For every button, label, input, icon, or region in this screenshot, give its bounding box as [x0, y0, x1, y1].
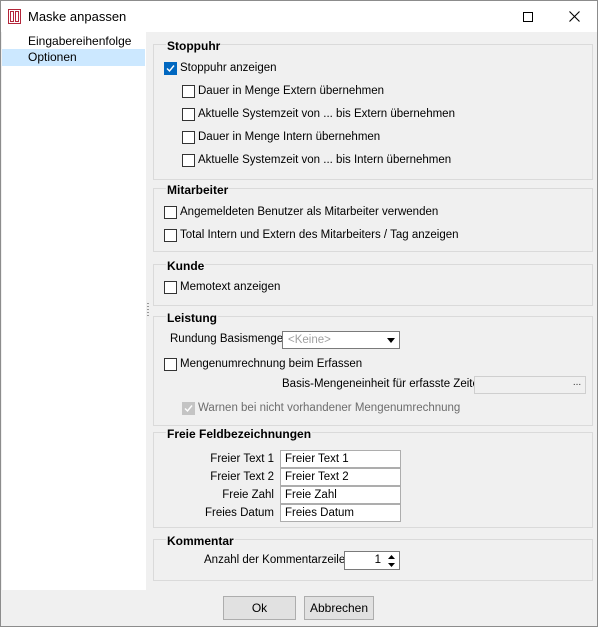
close-icon: [568, 11, 580, 22]
free-text-2-input[interactable]: Freier Text 2: [280, 468, 401, 486]
spin-down-icon[interactable]: [385, 561, 398, 569]
rounding-label: Rundung Basismenge: [170, 333, 284, 345]
systime-extern-checkbox[interactable]: Aktuelle Systemzeit von ... bis Extern ü…: [182, 106, 455, 122]
systime-intern-label: Aktuelle Systemzeit von ... bis Intern ü…: [198, 154, 452, 166]
splitter-grip[interactable]: [147, 303, 149, 317]
chevron-down-icon: [384, 333, 398, 347]
group-title-mitarbeiter: Mitarbeiter: [166, 183, 230, 197]
free-text-2-label: Freier Text 2: [210, 471, 274, 483]
maximize-button[interactable]: [505, 1, 551, 32]
duration-extern-label: Dauer in Menge Extern übernehmen: [198, 85, 385, 97]
group-title-leistung: Leistung: [166, 311, 218, 325]
checkbox-checked-icon: [182, 401, 195, 415]
duration-intern-checkbox[interactable]: Dauer in Menge Intern übernehmen: [182, 129, 380, 145]
checkbox-icon: [182, 107, 195, 121]
systime-intern-checkbox[interactable]: Aktuelle Systemzeit von ... bis Intern ü…: [182, 152, 451, 168]
duration-intern-label: Dauer in Menge Intern übernehmen: [198, 131, 381, 143]
checkbox-icon: [164, 205, 177, 219]
rounding-select[interactable]: <Keine>: [282, 331, 400, 349]
group-mitarbeiter: Mitarbeiter Angemeldeten Benutzer als Mi…: [153, 183, 593, 252]
maximize-icon: [523, 11, 533, 22]
free-number-input[interactable]: Freie Zahl: [280, 486, 401, 504]
comment-lines-label: Anzahl der Kommentarzeilen: [204, 554, 352, 566]
checkbox-checked-icon: [164, 61, 177, 75]
group-title-kunde: Kunde: [166, 259, 206, 273]
spin-up-icon[interactable]: [385, 553, 398, 561]
logged-user-checkbox[interactable]: Angemeldeten Benutzer als Mitarbeiter ve…: [164, 204, 438, 220]
show-stopwatch-checkbox[interactable]: Stoppuhr anzeigen: [164, 60, 277, 76]
conversion-label: Mengenumrechnung beim Erfassen: [180, 358, 363, 370]
rounding-value: <Keine>: [288, 334, 331, 346]
checkbox-icon: [164, 228, 177, 242]
checkbox-icon: [164, 357, 177, 371]
options-panel: Stoppuhr Stoppuhr anzeigen Dauer in Meng…: [151, 32, 597, 590]
ok-button[interactable]: Ok: [223, 596, 296, 620]
free-date-input[interactable]: Freies Datum: [280, 504, 401, 522]
cancel-button[interactable]: Abbrechen: [304, 596, 374, 620]
comment-lines-spinner[interactable]: 1: [344, 551, 400, 570]
memotext-label: Memotext anzeigen: [180, 281, 281, 293]
sidebar-item-optionen[interactable]: Optionen: [2, 49, 145, 66]
app-icon: [8, 9, 21, 24]
group-title-kommentar: Kommentar: [166, 534, 235, 548]
close-button[interactable]: [551, 1, 597, 32]
checkbox-icon: [182, 153, 195, 167]
checkbox-icon: [164, 280, 177, 294]
warn-conversion-checkbox[interactable]: Warnen bei nicht vorhandener Mengenumrec…: [182, 400, 460, 416]
logged-user-label: Angemeldeten Benutzer als Mitarbeiter ve…: [180, 206, 439, 218]
base-unit-field[interactable]: ...: [474, 376, 586, 394]
base-unit-label: Basis-Mengeneinheit für erfasste Zeiten: [282, 378, 486, 390]
window-title: Maske anpassen: [28, 9, 127, 24]
total-per-day-checkbox[interactable]: Total Intern und Extern des Mitarbeiters…: [164, 227, 459, 243]
group-title-stoppuhr: Stoppuhr: [166, 39, 222, 53]
group-title-freie: Freie Feldbezeichnungen: [166, 427, 313, 441]
total-per-day-label: Total Intern und Extern des Mitarbeiters…: [180, 229, 459, 241]
sidebar-item-eingabereihenfolge[interactable]: Eingabereihenfolge: [2, 33, 145, 50]
group-freie-feldbezeichnungen: Freie Feldbezeichnungen Freier Text 1 Fr…: [153, 427, 593, 528]
dialog-window: Maske anpassen Eingabereihenfolge Option…: [0, 0, 598, 627]
sidebar: Eingabereihenfolge Optionen: [2, 32, 146, 590]
group-kommentar: Kommentar Anzahl der Kommentarzeilen 1: [153, 534, 593, 581]
duration-extern-checkbox[interactable]: Dauer in Menge Extern übernehmen: [182, 83, 384, 99]
free-number-label: Freie Zahl: [222, 489, 274, 501]
checkbox-icon: [182, 130, 195, 144]
free-text-1-label: Freier Text 1: [210, 453, 274, 465]
free-date-label: Freies Datum: [204, 507, 274, 519]
memotext-checkbox[interactable]: Memotext anzeigen: [164, 279, 280, 295]
conversion-checkbox[interactable]: Mengenumrechnung beim Erfassen: [164, 356, 362, 372]
show-stopwatch-label: Stoppuhr anzeigen: [180, 62, 277, 74]
browse-button[interactable]: ...: [570, 378, 584, 392]
systime-extern-label: Aktuelle Systemzeit von ... bis Extern ü…: [198, 108, 455, 120]
checkbox-icon: [182, 84, 195, 98]
warn-conversion-label: Warnen bei nicht vorhandener Mengenumrec…: [198, 402, 461, 414]
group-kunde: Kunde Memotext anzeigen: [153, 259, 593, 306]
title-bar: Maske anpassen: [1, 1, 597, 32]
comment-lines-value: 1: [374, 554, 381, 566]
group-leistung: Leistung Rundung Basismenge <Keine> Meng…: [153, 311, 593, 426]
group-stoppuhr: Stoppuhr Stoppuhr anzeigen Dauer in Meng…: [153, 39, 593, 180]
free-text-1-input[interactable]: Freier Text 1: [280, 450, 401, 468]
